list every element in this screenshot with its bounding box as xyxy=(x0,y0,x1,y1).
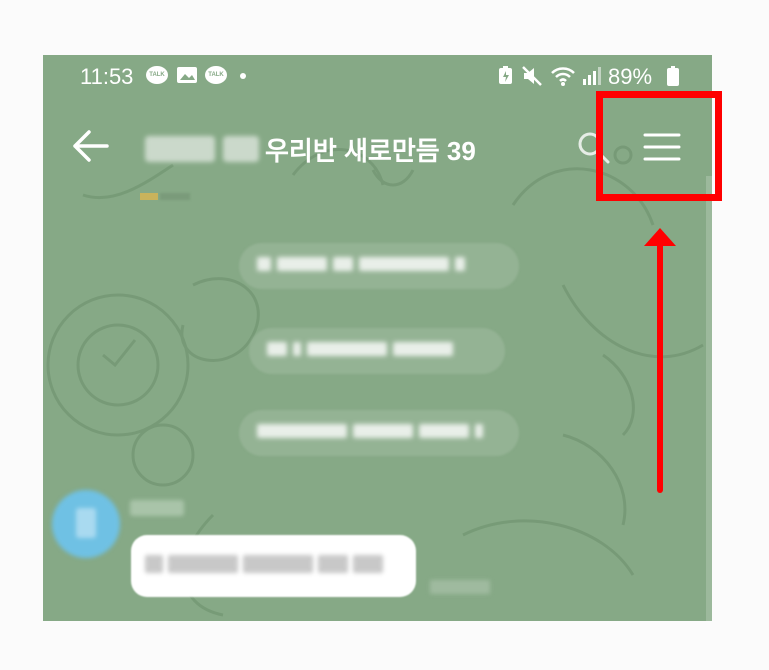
mute-icon xyxy=(522,66,542,86)
image-notification-icon xyxy=(177,67,197,83)
chat-room-title: 우리반 새로만듬 39 xyxy=(265,136,476,166)
status-time: 11:53 xyxy=(80,64,134,89)
arrow-left-icon[interactable] xyxy=(71,129,111,163)
avatar[interactable] xyxy=(52,490,120,558)
chat-scrollbar[interactable] xyxy=(706,176,712,621)
battery-saver-icon xyxy=(499,66,512,84)
system-message xyxy=(239,410,519,456)
talk-notification-icon: TALK xyxy=(146,66,168,84)
battery-icon xyxy=(667,66,679,86)
notice-bar-marker xyxy=(140,193,158,200)
blurred-room-name xyxy=(223,136,259,162)
talk-notification-icon: TALK xyxy=(205,66,227,84)
wifi-icon xyxy=(551,67,575,86)
notice-bar-text xyxy=(160,193,190,200)
signal-icon xyxy=(583,67,601,85)
battery-percent: 89% xyxy=(608,64,653,89)
system-message xyxy=(239,243,519,289)
more-notifications-dot xyxy=(240,73,246,79)
annotation-highlight-box xyxy=(596,91,722,201)
annotation-arrow-up xyxy=(644,228,676,493)
message-bubble[interactable] xyxy=(131,535,416,597)
message-time xyxy=(430,580,490,594)
sender-name xyxy=(130,500,184,516)
system-message xyxy=(249,328,505,374)
blurred-room-name xyxy=(145,136,215,162)
